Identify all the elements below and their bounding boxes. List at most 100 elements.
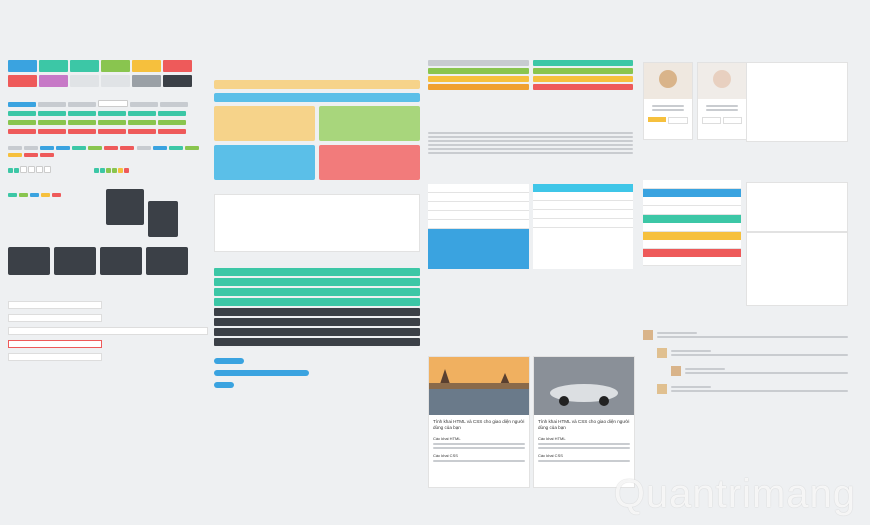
page-square[interactable] <box>112 168 118 173</box>
list-item[interactable] <box>643 180 741 189</box>
button-red-2[interactable] <box>38 129 66 134</box>
toggle-switch[interactable] <box>214 382 234 388</box>
card-button[interactable] <box>668 117 688 124</box>
list-item[interactable] <box>428 184 529 193</box>
tag[interactable] <box>153 146 168 150</box>
page-square[interactable] <box>8 168 13 173</box>
tag[interactable] <box>8 193 17 197</box>
page-square[interactable] <box>124 168 130 173</box>
list-item[interactable] <box>428 202 529 211</box>
page-square[interactable] <box>94 168 100 173</box>
list-item-active[interactable] <box>643 189 741 197</box>
button-red-4[interactable] <box>98 129 126 134</box>
tag[interactable] <box>41 193 50 197</box>
tag[interactable] <box>137 146 152 150</box>
tag[interactable] <box>30 193 39 197</box>
list-item[interactable] <box>643 223 741 232</box>
avatar <box>657 348 667 358</box>
blog-title[interactable]: Tính khai HTML và CSS cho giao diện ngườ… <box>433 419 525 430</box>
card-button[interactable] <box>723 117 742 124</box>
tag[interactable] <box>104 146 118 150</box>
button-teal-6[interactable] <box>158 111 186 116</box>
profile-card[interactable] <box>697 62 747 140</box>
page-square[interactable] <box>20 166 27 173</box>
list-item[interactable] <box>643 197 741 206</box>
button-green-6[interactable] <box>158 120 186 125</box>
button-teal-3[interactable] <box>68 111 96 116</box>
tag[interactable] <box>24 146 38 150</box>
tag[interactable] <box>120 146 134 150</box>
button-red-6[interactable] <box>158 129 186 134</box>
list-item[interactable] <box>643 206 741 215</box>
button-green-3[interactable] <box>68 120 96 125</box>
page-square[interactable] <box>100 168 106 173</box>
list-item[interactable] <box>532 201 633 210</box>
card-button[interactable] <box>702 117 721 124</box>
button-green[interactable] <box>8 120 36 125</box>
profile-card[interactable] <box>643 62 693 140</box>
pagination-squares <box>8 166 206 175</box>
list-item[interactable] <box>532 210 633 219</box>
tag[interactable] <box>19 193 28 197</box>
page-square[interactable] <box>14 168 19 173</box>
button-red-3[interactable] <box>68 129 96 134</box>
tag[interactable] <box>56 146 70 150</box>
button-green-2[interactable] <box>38 120 66 125</box>
page-square[interactable] <box>36 166 43 173</box>
button-teal[interactable] <box>8 111 36 116</box>
list-item-active[interactable] <box>428 229 529 269</box>
tag[interactable] <box>52 193 61 197</box>
dropdown-menu[interactable] <box>106 189 144 225</box>
button-default-4[interactable] <box>160 102 188 107</box>
button-default-2[interactable] <box>68 102 96 107</box>
list-item[interactable] <box>428 211 529 220</box>
list-item[interactable] <box>643 257 741 266</box>
text-input[interactable] <box>8 314 102 322</box>
list-item-active[interactable] <box>532 184 633 192</box>
page-square[interactable] <box>106 168 112 173</box>
tag[interactable] <box>88 146 102 150</box>
text-input[interactable] <box>8 353 102 361</box>
page-square[interactable] <box>118 168 124 173</box>
list-item-yellow[interactable] <box>643 232 741 240</box>
page-square[interactable] <box>28 166 35 173</box>
tag[interactable] <box>8 146 22 150</box>
text-input-wide[interactable] <box>8 327 208 335</box>
button-red[interactable] <box>8 129 36 134</box>
tag[interactable] <box>40 153 54 157</box>
button-default-3[interactable] <box>130 102 158 107</box>
list-item[interactable] <box>428 220 529 229</box>
blog-title[interactable]: Tính khai HTML và CSS cho giao diện ngườ… <box>538 419 630 430</box>
button-teal-5[interactable] <box>128 111 156 116</box>
list-item-red[interactable] <box>643 249 741 257</box>
tag[interactable] <box>24 153 38 157</box>
button-primary[interactable] <box>8 102 36 107</box>
dropdown-submenu[interactable] <box>148 201 178 237</box>
page-square[interactable] <box>44 166 51 173</box>
card-button[interactable] <box>648 117 666 122</box>
blog-card[interactable]: Tính khai HTML và CSS cho giao diện ngườ… <box>428 356 530 488</box>
tag[interactable] <box>40 146 54 150</box>
button-white[interactable] <box>98 100 128 107</box>
list-item[interactable] <box>428 193 529 202</box>
button-red-5[interactable] <box>128 129 156 134</box>
button-default[interactable] <box>38 102 66 107</box>
button-teal-2[interactable] <box>38 111 66 116</box>
blog-card[interactable]: Tính khai HTML và CSS cho giao diện ngườ… <box>533 356 635 488</box>
list-item[interactable] <box>643 240 741 249</box>
tag[interactable] <box>8 153 22 157</box>
button-green-5[interactable] <box>128 120 156 125</box>
text-block <box>428 132 633 154</box>
text-input-error[interactable] <box>8 340 102 348</box>
toggle-bar[interactable] <box>214 370 309 376</box>
tag[interactable] <box>185 146 200 150</box>
list-item-teal[interactable] <box>643 215 741 223</box>
button-teal-4[interactable] <box>98 111 126 116</box>
tag[interactable] <box>72 146 86 150</box>
tag[interactable] <box>169 146 184 150</box>
button-green-4[interactable] <box>98 120 126 125</box>
text-input[interactable] <box>8 301 102 309</box>
list-item[interactable] <box>532 219 633 228</box>
list-item[interactable] <box>532 192 633 201</box>
toggle-switch[interactable] <box>214 358 244 364</box>
